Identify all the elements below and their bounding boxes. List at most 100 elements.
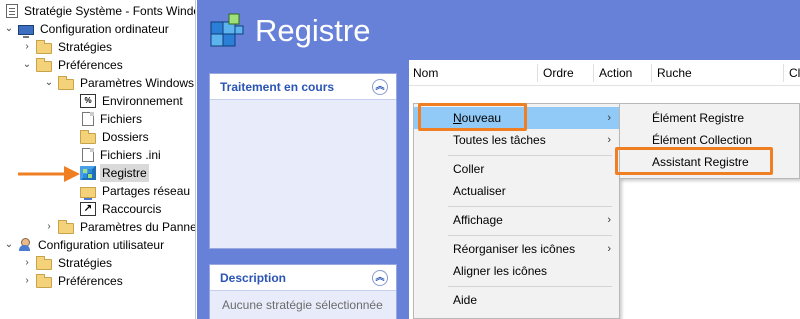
ini-file-icon	[82, 148, 94, 162]
chevron-down-icon[interactable]: ⌄	[4, 236, 14, 254]
file-icon	[82, 112, 94, 126]
folder-icon	[36, 273, 52, 288]
menu-item-align-icons[interactable]: Aligner les icônes	[414, 260, 619, 282]
tree-item-label: Environnement	[102, 94, 183, 108]
tree-item-ini-files[interactable]: Fichiers .ini	[80, 146, 163, 164]
menu-item-help[interactable]: Aide	[414, 289, 619, 311]
column-header-name[interactable]: Nom	[409, 66, 438, 80]
tree-item-label: Stratégies	[58, 40, 113, 54]
chevron-right-icon: ›	[607, 112, 611, 124]
annotation-arrow-icon	[18, 166, 80, 182]
column-divider[interactable]	[537, 64, 538, 82]
column-header-action[interactable]: Action	[595, 66, 632, 80]
page-header: Registre	[197, 0, 800, 60]
menu-item-label: Toutes les tâches	[453, 133, 546, 147]
network-share-icon	[80, 186, 96, 200]
menu-item-paste[interactable]: Coller	[414, 158, 619, 180]
tree-item-computer-config[interactable]: ⌄ Configuration ordinateur	[4, 20, 171, 38]
registry-icon	[210, 13, 244, 47]
tree-item-environment[interactable]: % Environnement	[80, 92, 185, 110]
column-header-key[interactable]: Clé	[785, 66, 800, 80]
column-header-order[interactable]: Ordre	[539, 66, 574, 80]
tree-item-label: Paramètres du Panneau de configuration	[80, 220, 196, 234]
tree-item-files[interactable]: Fichiers	[80, 110, 144, 128]
submenu-item-registry-item[interactable]: Élément Registre	[620, 107, 799, 129]
tree-item-label: Préférences	[58, 58, 123, 72]
tree-item-user-config[interactable]: ⌄ Configuration utilisateur	[4, 236, 166, 254]
computer-icon	[18, 24, 34, 38]
menu-item-arrange-icons[interactable]: Réorganiser les icônes ›	[414, 238, 619, 260]
page-title: Registre	[255, 13, 371, 48]
tree-item-label: Fichiers .ini	[100, 148, 161, 162]
document-icon	[6, 4, 18, 18]
processing-panel-header: Traitement en cours ︽	[210, 74, 396, 100]
column-divider[interactable]	[783, 64, 784, 82]
menu-item-label: Réorganiser les icônes	[453, 242, 576, 256]
tree-item-label: Dossiers	[102, 130, 149, 144]
tree-item-label: Configuration ordinateur	[40, 22, 169, 36]
chevron-right-icon[interactable]: ›	[22, 38, 32, 56]
tree-item-label: Fichiers	[100, 112, 143, 126]
menu-item-view[interactable]: Affichage ›	[414, 209, 619, 231]
navigation-tree: Stratégie Système - Fonts Windows ⌄ Conf…	[0, 0, 196, 319]
chevron-right-icon: ›	[607, 243, 611, 255]
description-panel-title: Description	[220, 270, 287, 285]
tree-item-label: Partages réseau	[102, 184, 191, 198]
menu-separator	[448, 155, 612, 156]
menu-separator	[448, 235, 612, 236]
collapse-icon[interactable]: ︽	[372, 78, 388, 95]
tree-item-label: Préférences	[58, 274, 123, 288]
user-icon	[18, 238, 32, 252]
menu-separator	[448, 286, 612, 287]
tree-item-computer-preferences[interactable]: ⌄ Préférences	[22, 56, 125, 74]
highlight-frame-wizard	[615, 147, 773, 175]
column-headers: Nom Ordre Action Ruche Clé	[409, 60, 800, 86]
chevron-right-icon: ›	[607, 214, 611, 226]
description-panel: Description ︽ Aucune stratégie sélection…	[209, 264, 397, 319]
tree-item-folders[interactable]: Dossiers	[80, 128, 151, 146]
chevron-right-icon[interactable]: ›	[22, 272, 32, 290]
tree-item-user-preferences[interactable]: › Préférences	[22, 272, 125, 290]
tree-item-label: Stratégie Système - Fonts Windows	[24, 4, 196, 18]
column-divider[interactable]	[651, 64, 652, 82]
tree-item-control-panel-settings[interactable]: › Paramètres du Panneau de configuration	[44, 218, 196, 236]
tree-root-gpo[interactable]: Stratégie Système - Fonts Windows	[4, 2, 196, 20]
menu-item-all-tasks[interactable]: Toutes les tâches ›	[414, 129, 619, 151]
context-menu: Nouveau › Toutes les tâches › Coller Act…	[413, 103, 620, 319]
column-divider[interactable]	[593, 64, 594, 82]
tree-item-registry[interactable]: Registre	[80, 164, 149, 182]
collapse-icon[interactable]: ︽	[372, 269, 388, 286]
tree-item-computer-policies[interactable]: › Stratégies	[22, 38, 114, 56]
folder-icon	[36, 255, 52, 270]
tree-item-label: Registre	[100, 164, 149, 182]
tree-item-shortcuts[interactable]: ↗ Raccourcis	[80, 200, 163, 218]
chevron-right-icon[interactable]: ›	[44, 218, 54, 236]
chevron-right-icon[interactable]: ›	[22, 254, 32, 272]
chevron-down-icon[interactable]: ⌄	[44, 74, 54, 92]
tree-item-network-shares[interactable]: Partages réseau	[80, 182, 192, 200]
tree-item-label: Configuration utilisateur	[38, 238, 165, 252]
tree-item-label: Stratégies	[58, 256, 113, 270]
menu-item-refresh[interactable]: Actualiser	[414, 180, 619, 202]
folder-icon	[36, 57, 52, 72]
description-panel-header: Description ︽	[210, 265, 396, 291]
registry-icon	[80, 166, 96, 180]
chevron-right-icon: ›	[607, 134, 611, 146]
tree-item-label: Raccourcis	[102, 202, 162, 216]
processing-panel: Traitement en cours ︽	[209, 73, 397, 249]
tree-item-label: Paramètres Windows	[80, 76, 195, 90]
highlight-frame-new	[418, 103, 527, 131]
shortcut-icon: ↗	[80, 202, 96, 216]
chevron-down-icon[interactable]: ⌄	[22, 56, 32, 74]
processing-panel-title: Traitement en cours	[220, 79, 335, 94]
column-header-hive[interactable]: Ruche	[653, 66, 692, 80]
description-text: Aucune stratégie sélectionnée	[210, 291, 396, 319]
folder-icon	[36, 39, 52, 54]
tree-item-user-policies[interactable]: › Stratégies	[22, 254, 114, 272]
folder-icon	[58, 75, 74, 90]
tree-item-windows-settings[interactable]: ⌄ Paramètres Windows	[44, 74, 195, 92]
chevron-down-icon[interactable]: ⌄	[4, 20, 14, 38]
menu-separator	[448, 206, 612, 207]
folder-icon	[80, 129, 96, 144]
menu-item-label: Affichage	[453, 213, 503, 227]
